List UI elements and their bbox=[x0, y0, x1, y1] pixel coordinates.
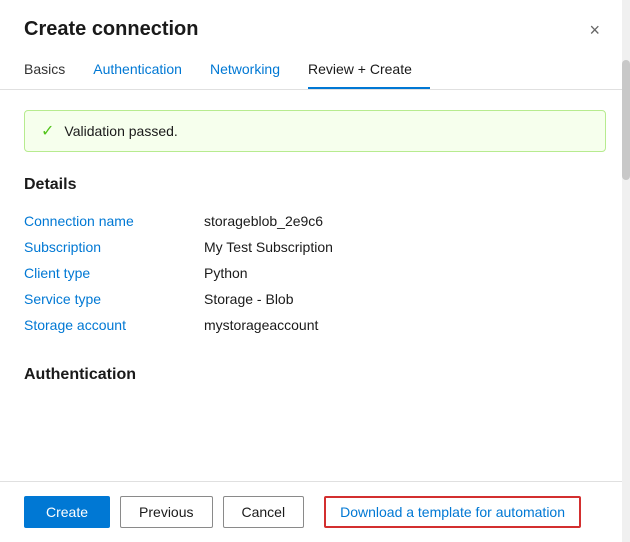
tab-basics[interactable]: Basics bbox=[24, 51, 83, 89]
table-row: Connection name storageblob_2e9c6 bbox=[24, 208, 606, 234]
table-row: Client type Python bbox=[24, 260, 606, 286]
value-client-type: Python bbox=[204, 260, 606, 286]
download-template-button[interactable]: Download a template for automation bbox=[324, 496, 581, 528]
tab-networking[interactable]: Networking bbox=[210, 51, 298, 89]
authentication-section-title: Authentication bbox=[24, 366, 606, 384]
details-table: Connection name storageblob_2e9c6 Subscr… bbox=[24, 208, 606, 338]
scrollbar-track bbox=[622, 0, 630, 542]
validation-text: Validation passed. bbox=[64, 123, 177, 139]
scrollbar-thumb[interactable] bbox=[622, 60, 630, 180]
previous-button[interactable]: Previous bbox=[120, 496, 212, 528]
table-row: Storage account mystorageaccount bbox=[24, 312, 606, 338]
authentication-section: Authentication bbox=[24, 366, 606, 384]
create-button[interactable]: Create bbox=[24, 496, 110, 528]
label-storage-account: Storage account bbox=[24, 312, 204, 338]
dialog-header: Create connection × bbox=[0, 0, 630, 51]
cancel-button[interactable]: Cancel bbox=[223, 496, 305, 528]
value-storage-account: mystorageaccount bbox=[204, 312, 606, 338]
table-row: Subscription My Test Subscription bbox=[24, 234, 606, 260]
label-client-type: Client type bbox=[24, 260, 204, 286]
validation-success-icon: ✓ bbox=[41, 121, 54, 141]
dialog-body: ✓ Validation passed. Details Connection … bbox=[0, 90, 630, 481]
tab-authentication[interactable]: Authentication bbox=[93, 51, 200, 89]
label-connection-name: Connection name bbox=[24, 208, 204, 234]
value-service-type: Storage - Blob bbox=[204, 286, 606, 312]
details-section: Details Connection name storageblob_2e9c… bbox=[24, 176, 606, 338]
tabs-bar: Basics Authentication Networking Review … bbox=[0, 51, 630, 90]
value-subscription: My Test Subscription bbox=[204, 234, 606, 260]
close-icon[interactable]: × bbox=[583, 19, 606, 41]
table-row: Service type Storage - Blob bbox=[24, 286, 606, 312]
dialog-title: Create connection bbox=[24, 18, 198, 41]
create-connection-dialog: Create connection × Basics Authenticatio… bbox=[0, 0, 630, 542]
dialog-footer: Create Previous Cancel Download a templa… bbox=[0, 481, 630, 542]
validation-banner: ✓ Validation passed. bbox=[24, 110, 606, 152]
tab-review-create[interactable]: Review + Create bbox=[308, 51, 430, 89]
details-section-title: Details bbox=[24, 176, 606, 194]
label-service-type: Service type bbox=[24, 286, 204, 312]
label-subscription: Subscription bbox=[24, 234, 204, 260]
value-connection-name: storageblob_2e9c6 bbox=[204, 208, 606, 234]
